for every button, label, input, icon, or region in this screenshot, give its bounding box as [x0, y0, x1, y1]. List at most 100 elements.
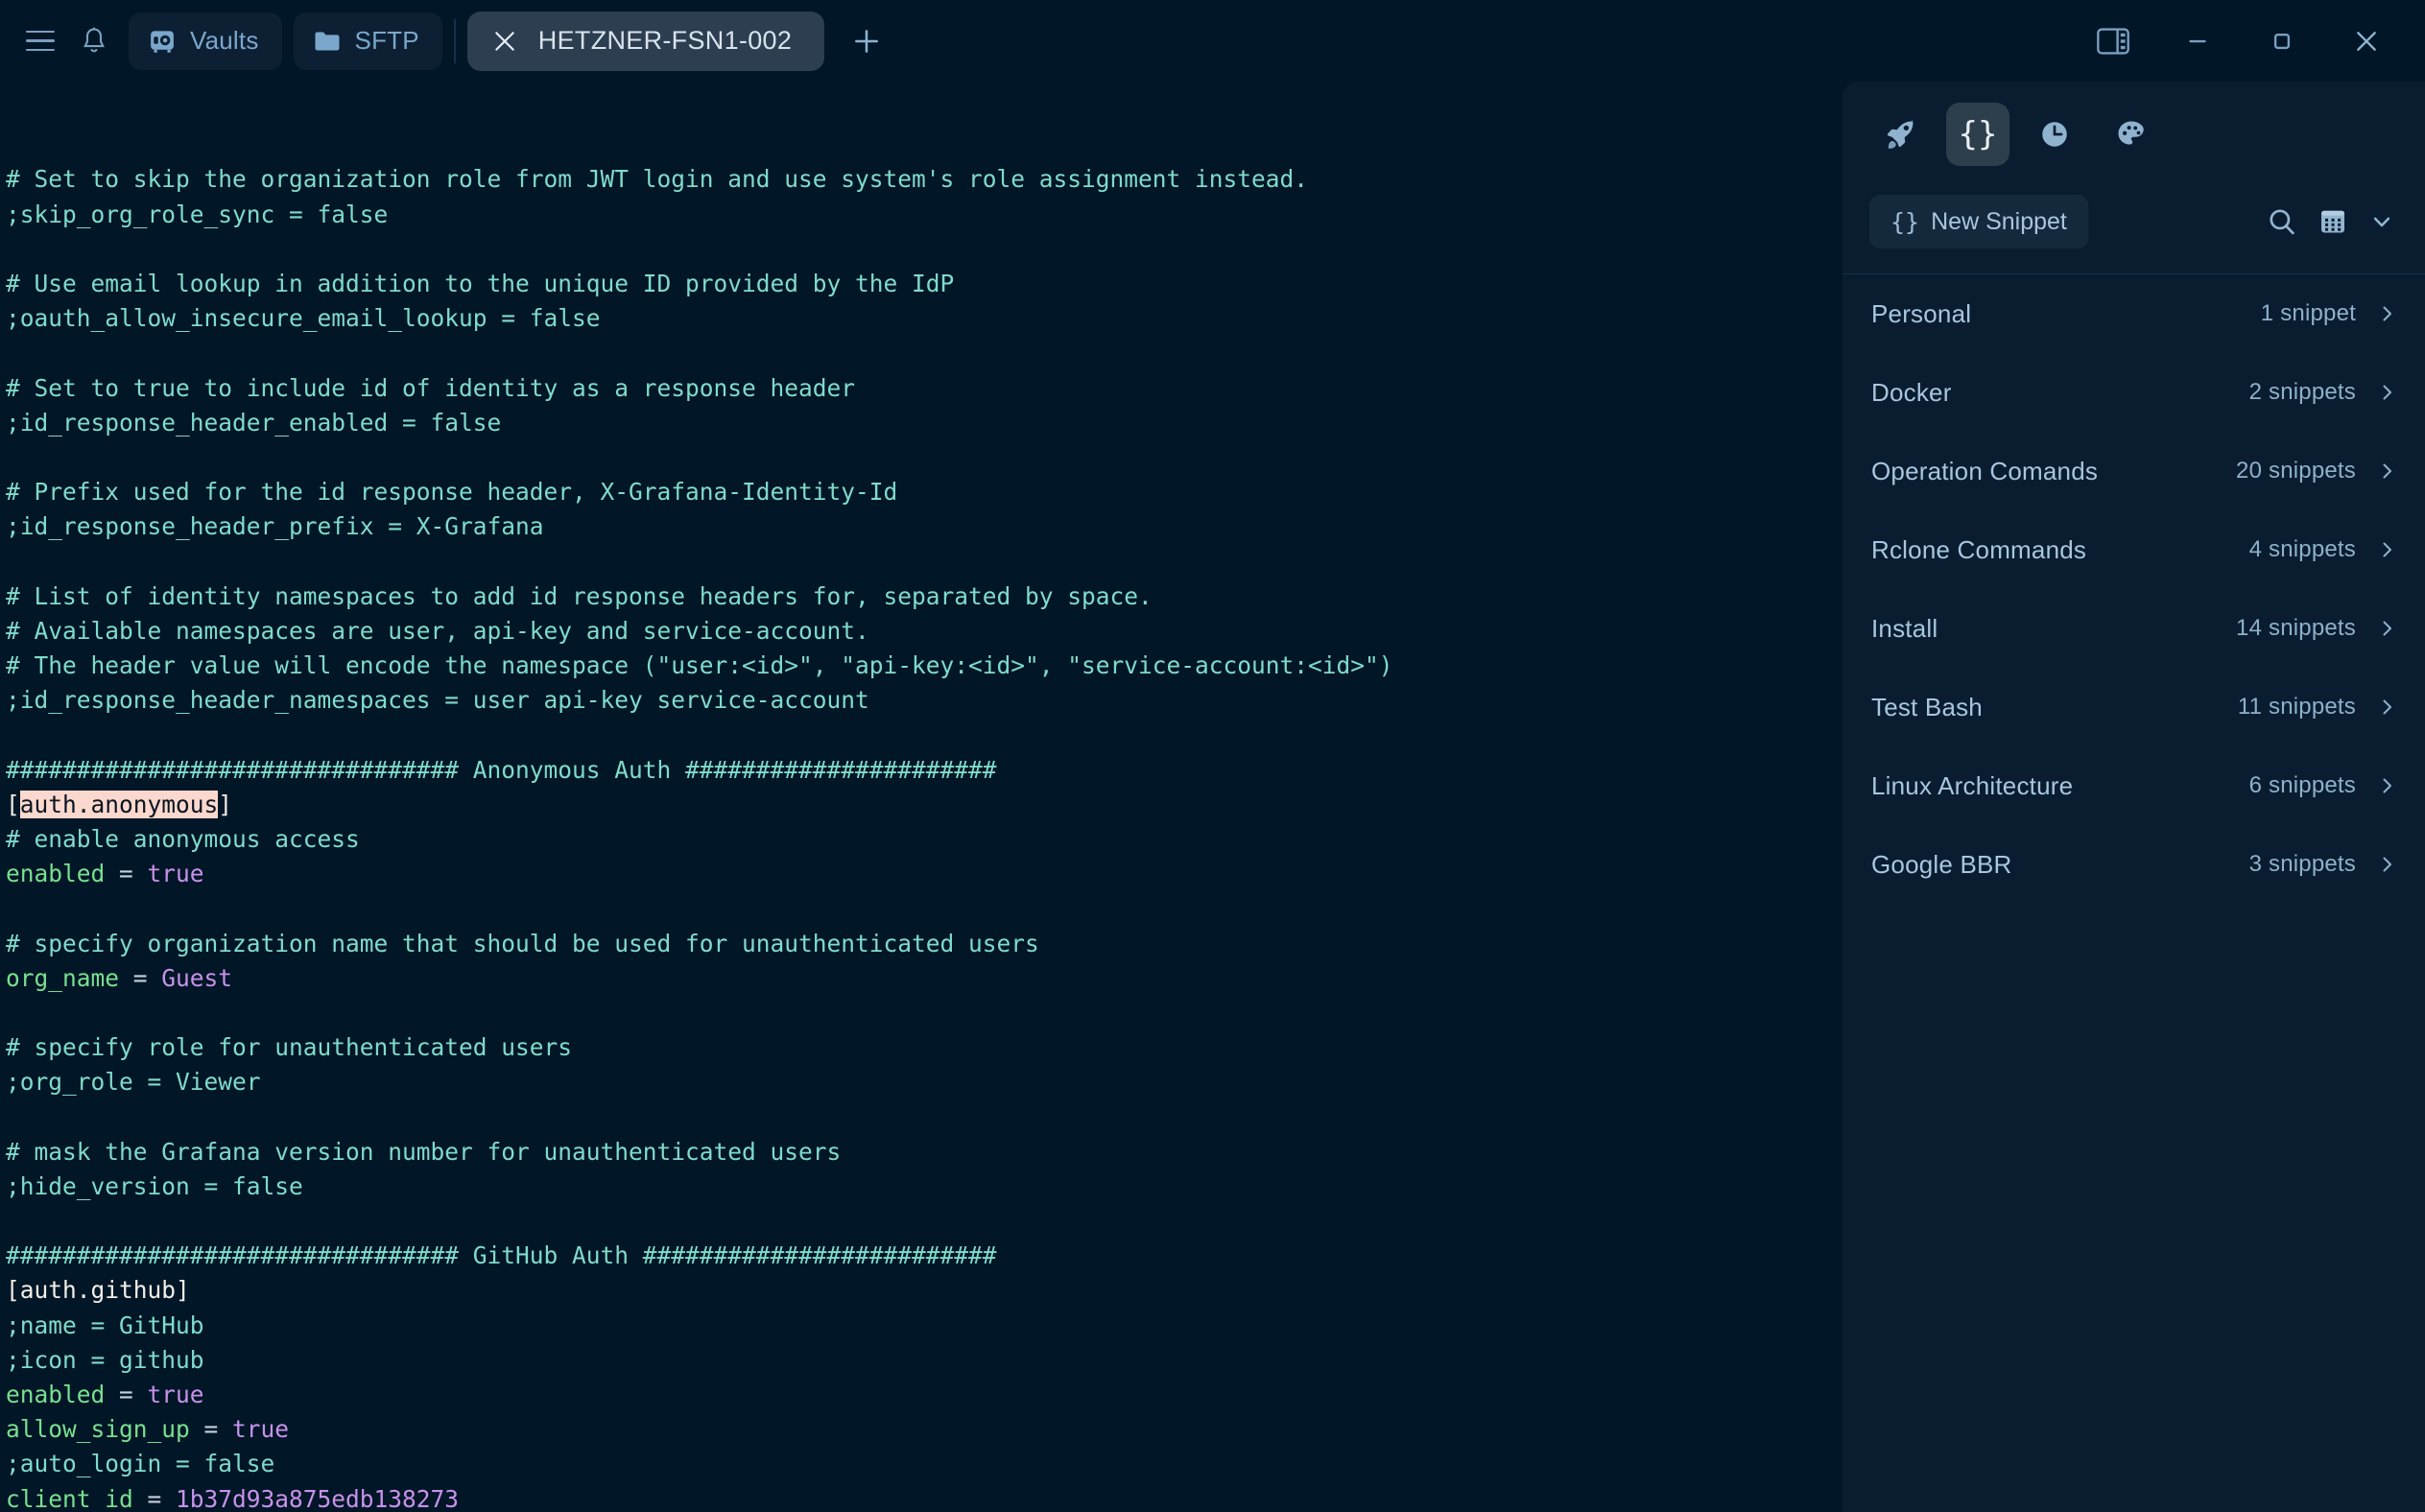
terminal-text: # Prefix used for the id response header… — [6, 478, 897, 506]
terminal-line: # List of identity namespaces to add id … — [6, 579, 1843, 614]
panel-tab-themes[interactable] — [2100, 103, 2163, 166]
terminal-line: enabled = true — [6, 857, 1843, 891]
snippet-count: 1 snippet — [2261, 300, 2356, 327]
terminal-line: org_name = Guest — [6, 961, 1843, 996]
terminal-line: # The header value will encode the names… — [6, 649, 1843, 683]
snippet-folder-row[interactable]: Docker2 snippets — [1843, 353, 2425, 432]
panel-tab-rocket[interactable] — [1869, 103, 1933, 166]
new-tab-button[interactable] — [840, 14, 893, 68]
bell-icon — [80, 25, 108, 58]
minimize-button[interactable] — [2168, 12, 2227, 71]
terminal-line: ;icon = github — [6, 1343, 1843, 1378]
terminal-line — [6, 440, 1843, 475]
terminal-text: # Use email lookup in addition to the un… — [6, 270, 954, 297]
snippet-folder-row[interactable]: Google BBR3 snippets — [1843, 825, 2425, 904]
maximize-button[interactable] — [2252, 12, 2312, 71]
terminal-line: ;id_response_header_enabled = false — [6, 406, 1843, 440]
panel-tab-snippets[interactable]: {} — [1946, 103, 2009, 166]
snippet-folder-name: Rclone Commands — [1871, 535, 2086, 565]
snippet-folder-row[interactable]: Personal1 snippet — [1843, 274, 2425, 353]
hamburger-menu-icon — [26, 31, 55, 52]
terminal-text: # Available namespaces are user, api-key… — [6, 617, 869, 645]
terminal-text: = — [105, 860, 147, 887]
terminal-line — [6, 1204, 1843, 1239]
terminal-text: = — [133, 1485, 176, 1512]
terminal-text: [ — [6, 791, 20, 818]
sftp-label: SFTP — [355, 26, 419, 56]
panel-tab-strip: {} — [1843, 82, 2425, 166]
terminal-line: ################################ Anonymo… — [6, 753, 1843, 788]
terminal-line: ################################ GitHub … — [6, 1239, 1843, 1273]
terminal-line: # Use email lookup in addition to the un… — [6, 267, 1843, 301]
terminal-line: [auth.github] — [6, 1273, 1843, 1308]
terminal-line: # enable anonymous access — [6, 822, 1843, 857]
terminal-text: 1b37d93a875edb138273 — [176, 1485, 459, 1512]
terminal-text: ################################ Anonymo… — [6, 756, 997, 784]
terminal-output[interactable]: # Set to skip the organization role from… — [0, 82, 1843, 1512]
tab-separator — [454, 19, 456, 63]
search-button[interactable] — [2266, 205, 2298, 238]
tab-hetzner-fsn1-002[interactable]: HETZNER-FSN1-002 — [467, 12, 824, 71]
terminal-line: ;auto_login = false — [6, 1447, 1843, 1481]
terminal-text: ;name = GitHub — [6, 1311, 204, 1339]
snippet-folder-row[interactable]: Install14 snippets — [1843, 589, 2425, 668]
terminal-line: # Prefix used for the id response header… — [6, 475, 1843, 509]
snippets-panel: {} {} New Snippet — [1843, 82, 2425, 1512]
snippet-folder-row[interactable]: Operation Comands 20 snippets — [1843, 432, 2425, 510]
palette-icon — [2114, 117, 2149, 152]
terminal-text: ] — [218, 791, 232, 818]
terminal-text: ;auto_login = false — [6, 1450, 274, 1477]
snippet-folder-name: Test Bash — [1871, 693, 1983, 722]
terminal-text: true — [232, 1415, 289, 1443]
terminal-text: ;id_response_header_namespaces = user ap… — [6, 686, 869, 714]
chevron-down-icon — [2367, 207, 2396, 236]
snippet-folder-row[interactable]: Test Bash11 snippets — [1843, 668, 2425, 746]
terminal-line: ;org_role = Viewer — [6, 1065, 1843, 1099]
new-snippet-button[interactable]: {} New Snippet — [1869, 195, 2088, 248]
terminal-text: ;id_response_header_enabled = false — [6, 409, 501, 437]
snippet-folder-row[interactable]: Linux Architecture6 snippets — [1843, 746, 2425, 825]
terminal-line: # Available namespaces are user, api-key… — [6, 614, 1843, 649]
braces-icon: {} — [1890, 208, 1919, 236]
close-window-button[interactable] — [2337, 12, 2396, 71]
terminal-line — [6, 232, 1843, 267]
terminal-line: ;skip_org_role_sync = false — [6, 198, 1843, 232]
chevron-right-icon — [2375, 774, 2398, 797]
panel-tab-history[interactable] — [2023, 103, 2086, 166]
grid-view-icon — [2318, 206, 2348, 237]
terminal-line: ;id_response_header_namespaces = user ap… — [6, 683, 1843, 718]
clock-icon — [2038, 118, 2071, 151]
folder-icon — [313, 29, 342, 54]
terminal-line — [6, 336, 1843, 370]
chevron-right-icon — [2375, 302, 2398, 325]
terminal-text: ################################ GitHub … — [6, 1241, 997, 1269]
terminal-text: # Set to true to include id of identity … — [6, 374, 855, 402]
terminal-text: ;hide_version = false — [6, 1172, 303, 1200]
braces-icon: {} — [1959, 115, 1998, 154]
terminal-text: allow_sign_up — [6, 1415, 190, 1443]
snippet-folder-row[interactable]: Rclone Commands4 snippets — [1843, 510, 2425, 589]
snippet-count: 20 snippets — [2236, 458, 2356, 484]
chevron-right-icon — [2375, 381, 2398, 404]
terminal-text: ;oauth_allow_insecure_email_lookup = fal… — [6, 304, 601, 332]
toolbar-actions — [2266, 205, 2396, 238]
vaults-tab[interactable]: Vaults — [129, 12, 282, 70]
search-icon — [2266, 205, 2298, 238]
chevron-right-icon — [2375, 696, 2398, 719]
terminal-text: client_id — [6, 1485, 133, 1512]
terminal-text: # specify organization name that should … — [6, 930, 1039, 957]
toggle-panel-button[interactable] — [2083, 12, 2143, 71]
window-close-icon — [2351, 26, 2382, 57]
terminal-text: enabled — [6, 1381, 105, 1408]
view-mode-dropdown[interactable] — [2367, 207, 2396, 236]
terminal-line: ;name = GitHub — [6, 1309, 1843, 1343]
terminal-text: [auth.github] — [6, 1276, 190, 1304]
snippet-folder-name: Operation Comands — [1871, 457, 2098, 486]
notifications-button[interactable] — [67, 14, 121, 68]
view-mode-button[interactable] — [2318, 206, 2348, 237]
terminal-text: = — [105, 1381, 147, 1408]
sftp-tab[interactable]: SFTP — [294, 12, 442, 70]
terminal-line: # Set to skip the organization role from… — [6, 162, 1843, 197]
close-icon[interactable] — [492, 29, 517, 54]
hamburger-menu-button[interactable] — [13, 14, 67, 68]
